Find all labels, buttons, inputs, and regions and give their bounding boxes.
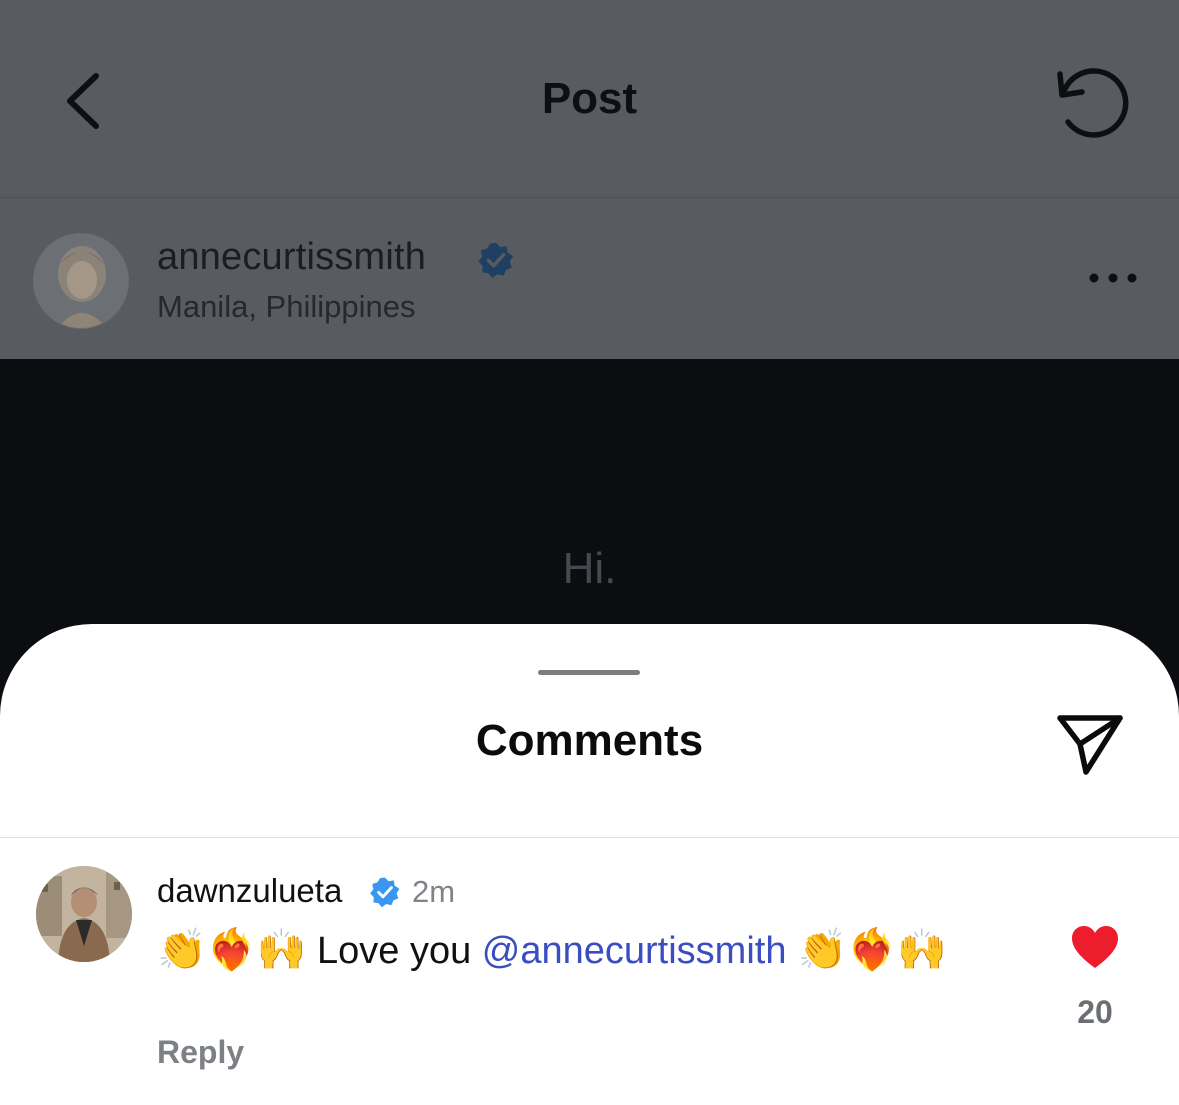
commenter-username[interactable]: dawnzulueta: [157, 872, 342, 910]
comment-mention-link[interactable]: @annecurtissmith: [482, 930, 787, 972]
comments-sheet: [0, 624, 1179, 1105]
comment-timestamp: 2m: [412, 874, 456, 909]
sheet-drag-handle[interactable]: [538, 670, 640, 675]
more-horizontal-icon: [1089, 273, 1137, 283]
post-location[interactable]: Manila, Philippines: [157, 289, 415, 325]
heart-filled-icon: [1072, 926, 1118, 968]
comment-emoji-after: 👏❤️‍🔥🙌: [786, 928, 947, 972]
refresh-button[interactable]: [1048, 62, 1130, 142]
verified-badge-icon: [478, 242, 514, 279]
sheet-title: Comments: [475, 716, 704, 765]
like-button[interactable]: [1070, 924, 1120, 970]
verified-badge-icon: [370, 877, 400, 908]
author-avatar[interactable]: [33, 233, 129, 329]
like-count: 20: [1077, 994, 1113, 1030]
reply-button[interactable]: Reply: [157, 1034, 244, 1071]
comment-emoji-before: 👏❤️‍🔥🙌: [157, 928, 307, 972]
refresh-icon: [1057, 68, 1129, 138]
author-photo: [34, 234, 128, 328]
post-text: Hi.: [562, 544, 617, 593]
author-username[interactable]: annecurtissmith: [157, 236, 426, 279]
top-nav-bar: Post: [0, 0, 1179, 198]
more-options-button[interactable]: [1086, 266, 1140, 290]
commenter-avatar[interactable]: [36, 866, 132, 962]
sheet-divider: [0, 837, 1179, 838]
page-title: Post: [541, 74, 638, 123]
comment-text: 👏❤️‍🔥🙌 Love you @annecurtissmith 👏❤️‍🔥🙌: [157, 924, 977, 977]
comment-message: Love you: [306, 930, 482, 972]
send-icon: [1057, 715, 1123, 775]
share-button[interactable]: [1054, 708, 1126, 778]
post-media[interactable]: [0, 359, 1179, 659]
commenter-photo: [36, 866, 132, 962]
